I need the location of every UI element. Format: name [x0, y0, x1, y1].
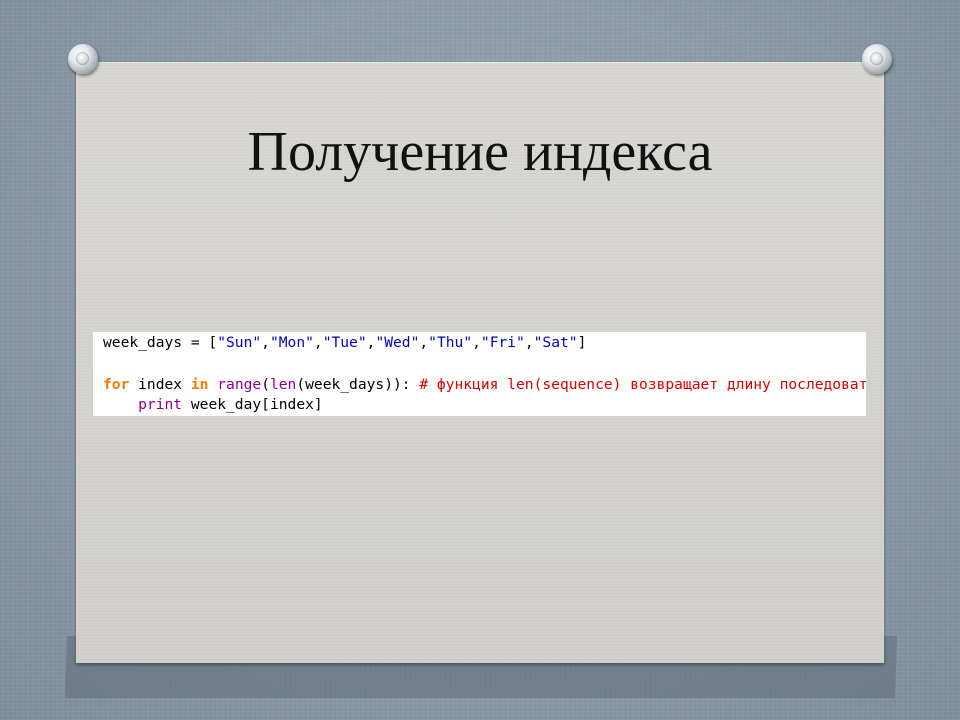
code-snippet: week_days = ["Sun","Mon","Tue","Wed","Th…: [93, 332, 866, 416]
code-string: "Thu": [428, 334, 473, 351]
code-token: ]: [577, 334, 587, 351]
code-token: ,: [419, 334, 429, 351]
code-builtin: range: [217, 376, 262, 393]
code-keyword: print: [138, 396, 183, 413]
code-token: ,: [524, 334, 534, 351]
code-keyword: in: [190, 376, 209, 393]
code-string: "Sun": [217, 334, 262, 351]
code-string: "Sat": [533, 334, 578, 351]
code-token: week_days: [103, 334, 183, 351]
code-token: ,: [261, 334, 270, 351]
code-builtin: len: [269, 376, 297, 393]
code-token: ,: [313, 334, 323, 351]
code-token: ,: [472, 334, 481, 351]
code-line-1: week_days = ["Sun","Mon","Tue","Wed","Th…: [103, 333, 586, 353]
code-string: "Fri": [480, 334, 525, 351]
code-token: week_day[index]: [182, 396, 323, 413]
pushpin-right-icon: [862, 44, 892, 74]
code-token: (: [261, 376, 270, 393]
code-token: = [: [182, 334, 218, 351]
code-line-3: print week_day[index]: [103, 395, 323, 415]
code-keyword: for: [103, 376, 130, 393]
code-string: "Tue": [322, 334, 367, 351]
pushpin-left-icon: [68, 44, 98, 74]
code-token: (week_days)):: [296, 376, 420, 393]
code-string: "Mon": [269, 334, 314, 351]
code-comment: # функция len(sequence) возвращает длину…: [419, 376, 866, 393]
code-token: index: [129, 376, 191, 393]
slide-title: Получение индекса: [247, 121, 713, 183]
code-string: "Wed": [375, 334, 420, 351]
code-line-2: for index in range(len(week_days)): # фу…: [103, 375, 866, 395]
